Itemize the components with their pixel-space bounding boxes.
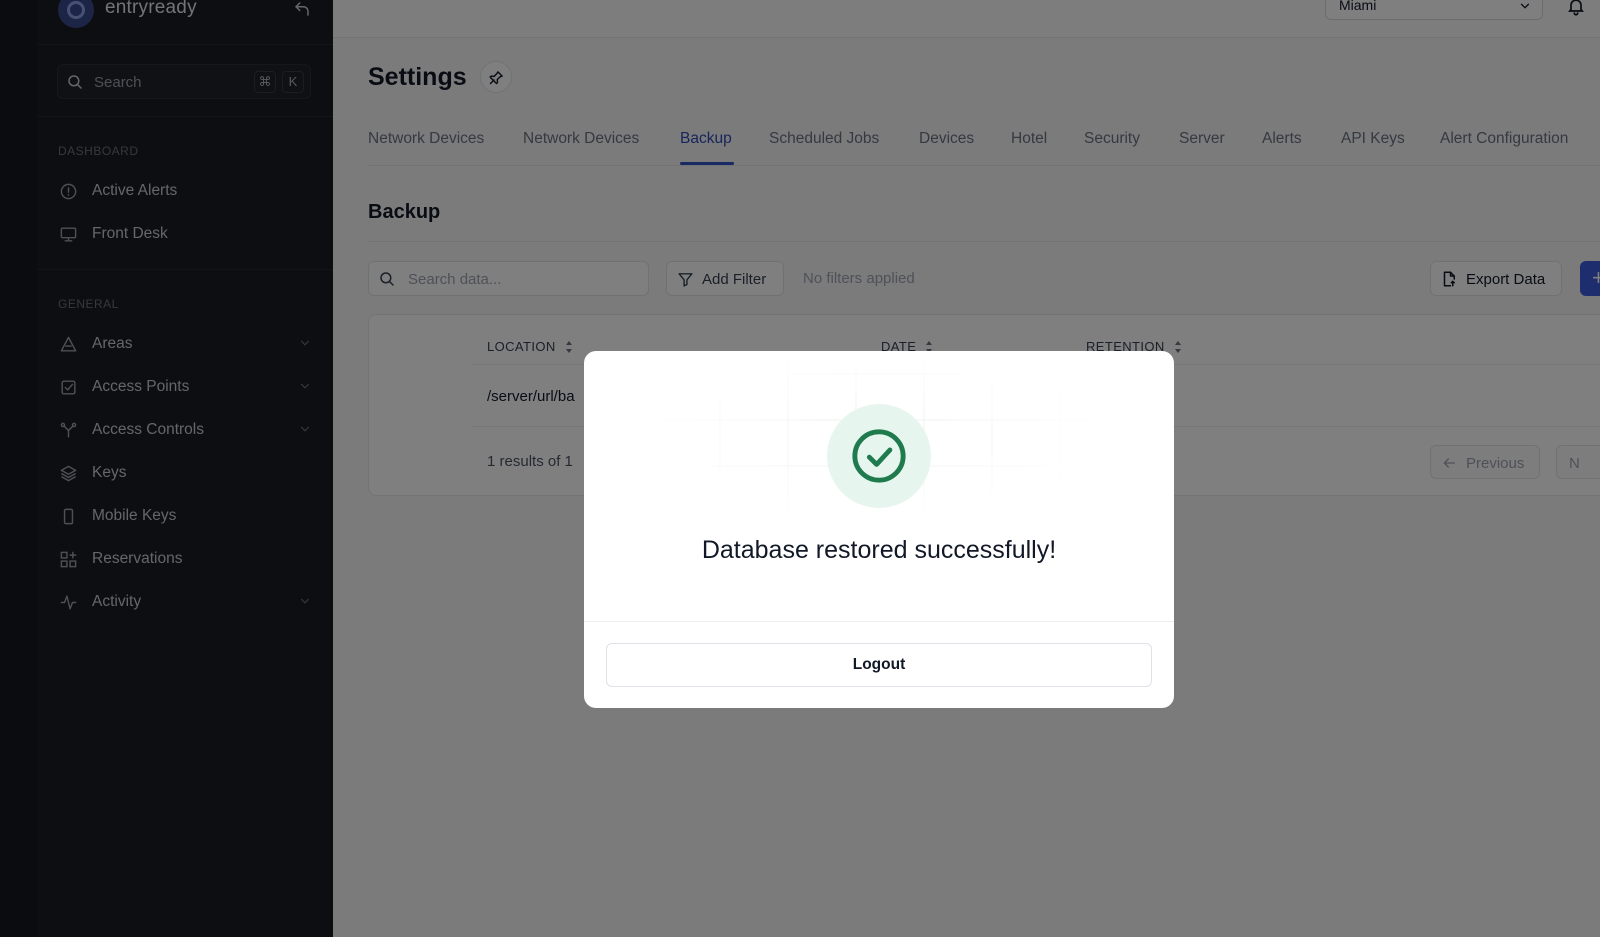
logout-button[interactable]: Logout xyxy=(606,643,1152,687)
success-dialog: Database restored successfully! Logout xyxy=(584,351,1174,708)
success-message: Database restored successfully! xyxy=(701,536,1057,564)
screen-edge xyxy=(0,0,37,937)
check-circle-icon xyxy=(852,429,906,483)
dialog-divider xyxy=(584,621,1174,622)
success-badge xyxy=(827,404,931,508)
